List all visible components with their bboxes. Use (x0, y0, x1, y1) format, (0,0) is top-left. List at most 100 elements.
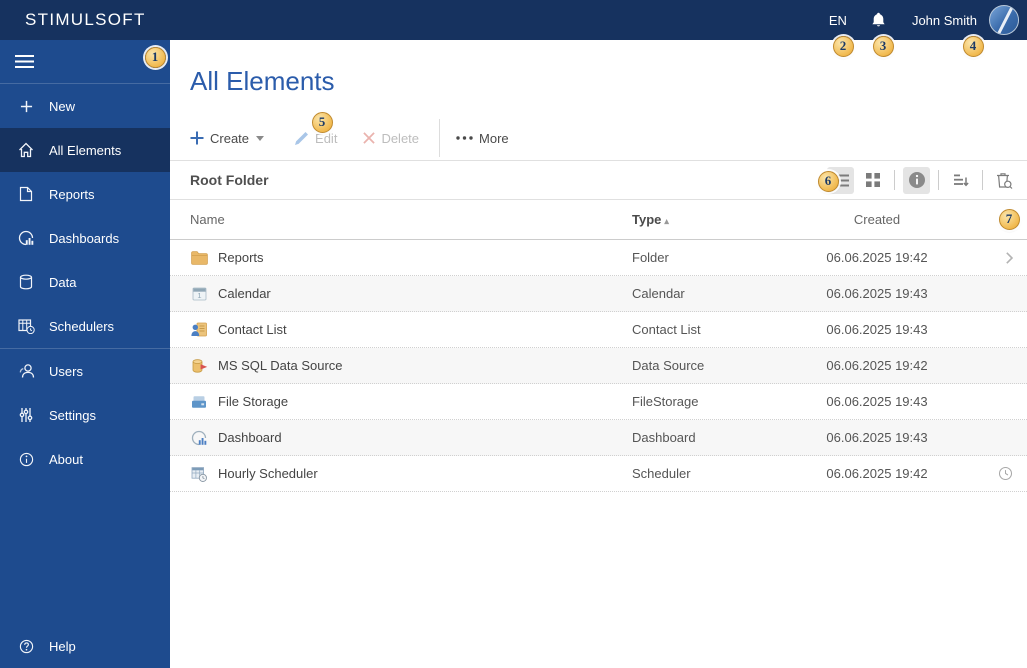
cell-created: 06.06.2025 19:43 (826, 430, 928, 445)
folder-bar: Root Folder (170, 160, 1027, 200)
table-row-hourly-scheduler[interactable]: Hourly Scheduler Scheduler 06.06.2025 19:4… (170, 456, 1027, 492)
cell-actions (942, 466, 1027, 481)
table-row-ms-sql-data-source[interactable]: MS SQL Data Source Data Source 06.06.2025 … (170, 348, 1027, 384)
edit-button[interactable]: Edit (294, 131, 337, 146)
sidebar-item-dashboards[interactable]: Dashboards (0, 216, 170, 260)
sidebar-item-label: New (49, 98, 76, 114)
cell-type: Scheduler (632, 466, 691, 481)
element-name: MS SQL Data Source (218, 358, 343, 373)
sidebar-item-label: About (49, 451, 83, 467)
contact-list-icon (190, 322, 208, 337)
folder-title: Root Folder (190, 172, 269, 188)
annotation-badge-7: 7 (998, 208, 1020, 230)
sidebar-item-new[interactable]: New (0, 84, 170, 128)
more-button[interactable]: More (456, 131, 509, 146)
chevron-right-icon[interactable] (1006, 251, 1013, 264)
dashboard-item-icon (190, 430, 208, 446)
element-name: Dashboard (218, 430, 282, 445)
annotation-badge-1: 1 (144, 46, 166, 68)
sidebar-nav: New All Elements Reports Dashboards Data Sche… (0, 84, 170, 481)
sidebar-item-label: Dashboards (49, 230, 120, 246)
cell-created: 06.06.2025 19:42 (826, 466, 928, 481)
sidebar-item-about[interactable]: About (0, 437, 170, 481)
sidebar-item-label: Help (49, 638, 76, 654)
info-icon (908, 171, 926, 189)
sidebar-item-users[interactable]: Users (0, 349, 170, 393)
home-icon (14, 142, 38, 158)
sidebar-toggle-button[interactable] (0, 40, 170, 84)
cell-created: 06.06.2025 19:43 (826, 322, 928, 337)
table-row-file-storage[interactable]: File Storage FileStorage 06.06.2025 19:43 (170, 384, 1027, 420)
cell-created: 06.06.2025 19:43 (826, 394, 928, 409)
cell-type: Data Source (632, 358, 705, 373)
cell-created: 06.06.2025 19:42 (826, 250, 928, 265)
avatar[interactable] (989, 5, 1019, 35)
table-row-calendar[interactable]: 1 Calendar Calendar 06.06.2025 19:43 (170, 276, 1027, 312)
annotation-badge-4: 4 (962, 35, 984, 57)
sidebar-item-help[interactable]: Help (0, 624, 170, 668)
cell-type: FileStorage (632, 394, 699, 409)
sidebar-item-all-elements[interactable]: All Elements (0, 128, 170, 172)
cell-name: File Storage (170, 394, 632, 409)
cell-name: Hourly Scheduler (170, 466, 632, 482)
edit-button-label: Edit (315, 130, 338, 146)
cell-created: 06.06.2025 19:43 (826, 286, 928, 301)
sidebar-item-reports[interactable]: Reports (0, 172, 170, 216)
table-header: Name Type ▴ Created (170, 200, 1027, 240)
sidebar-item-settings[interactable]: Settings (0, 393, 170, 437)
sort-asc-icon: ▴ (664, 216, 669, 226)
view-controls-divider (938, 170, 939, 190)
notifications-bell-icon[interactable] (871, 12, 886, 28)
sidebar-item-label: Users (49, 363, 83, 379)
topbar-right: EN John Smith (829, 5, 1019, 35)
toolbar-divider (439, 119, 441, 157)
create-button-label: Create (210, 130, 250, 146)
pencil-icon (294, 131, 309, 146)
main-content: All Elements Create Edit Delete More Roo… (170, 40, 1027, 668)
grid-view-button[interactable] (859, 167, 886, 194)
recycle-bin-search-button[interactable] (991, 167, 1018, 194)
sidebar-item-data[interactable]: Data (0, 260, 170, 304)
annotation-badge-2: 2 (832, 35, 854, 57)
element-name: Calendar (218, 286, 271, 301)
table-row-contact-list[interactable]: Contact List Contact List 06.06.2025 19:43 (170, 312, 1027, 348)
column-header-created[interactable]: Created (812, 212, 942, 227)
users-icon (14, 363, 38, 379)
element-name: Contact List (218, 322, 287, 337)
clock-icon (998, 466, 1013, 481)
cell-created: 06.06.2025 19:42 (826, 358, 928, 373)
annotation-badge-5: 5 (311, 111, 333, 133)
data-source-icon (190, 358, 208, 374)
folder-icon (190, 250, 208, 265)
ellipsis-icon (456, 136, 473, 140)
view-controls-divider (982, 170, 983, 190)
cell-type: Calendar (632, 286, 685, 301)
svg-text:1: 1 (197, 291, 201, 300)
language-selector[interactable]: EN (829, 13, 847, 28)
chevron-down-icon (256, 135, 265, 141)
cell-type: Folder (632, 250, 669, 265)
table-row-reports[interactable]: Reports Folder 06.06.2025 19:42 (170, 240, 1027, 276)
help-icon (14, 639, 38, 654)
file-storage-icon (190, 395, 208, 409)
annotation-badge-6: 6 (817, 170, 839, 192)
delete-button-label: Delete (381, 130, 420, 146)
cell-name: Dashboard (170, 430, 632, 446)
element-name: Reports (218, 250, 264, 265)
delete-button[interactable]: Delete (363, 131, 419, 146)
user-menu[interactable]: John Smith (912, 13, 977, 28)
sidebar-item-label: Reports (49, 186, 95, 202)
cell-name: 1 Calendar (170, 286, 632, 301)
sidebar-item-label: All Elements (49, 142, 122, 158)
about-icon (14, 452, 38, 467)
info-button[interactable] (903, 166, 930, 194)
app-logo[interactable]: STIMULSOFT (25, 10, 146, 30)
sidebar-item-schedulers[interactable]: Schedulers (0, 304, 170, 348)
table-row-dashboard[interactable]: Dashboard Dashboard 06.06.2025 19:43 (170, 420, 1027, 456)
column-header-name[interactable]: Name (170, 212, 632, 227)
create-button[interactable]: Create (190, 130, 265, 146)
dashboard-icon (14, 230, 38, 246)
more-button-label: More (479, 130, 509, 146)
sort-button[interactable] (947, 167, 974, 194)
column-header-type[interactable]: Type ▴ (632, 212, 812, 227)
